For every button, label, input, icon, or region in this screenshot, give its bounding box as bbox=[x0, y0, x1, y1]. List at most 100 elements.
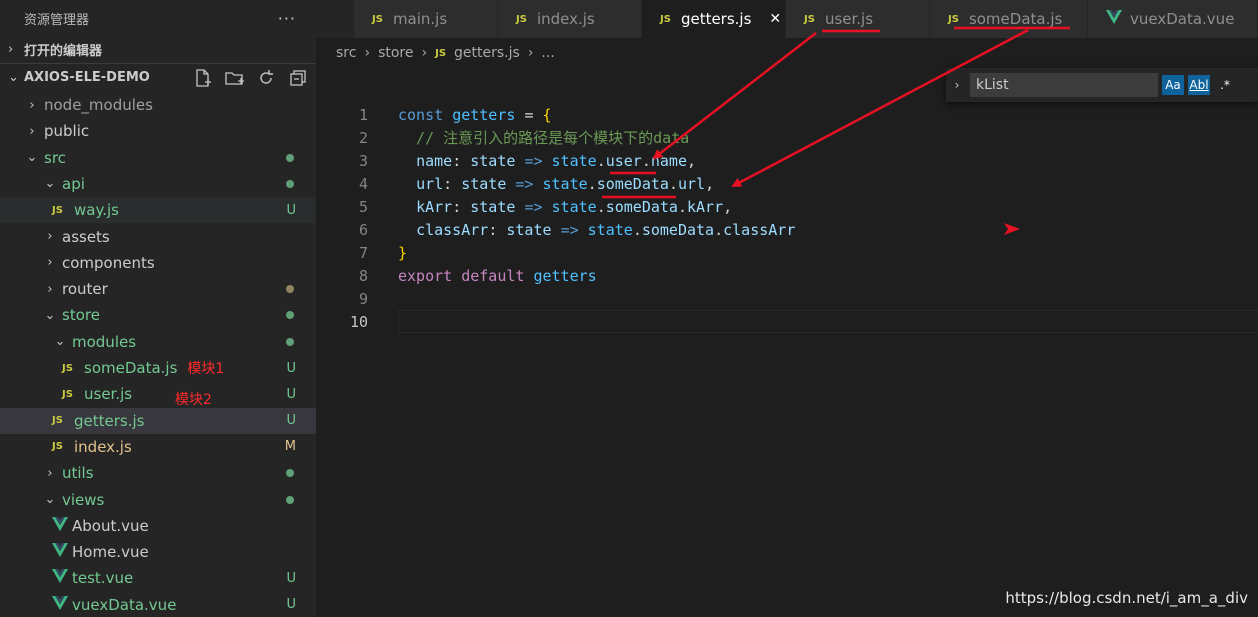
code-line-8[interactable]: export default getters bbox=[398, 265, 597, 288]
code-line-3[interactable]: name: state => state.user.name, bbox=[398, 150, 696, 173]
watermark: https://blog.csdn.net/i_am_a_div bbox=[1005, 589, 1248, 607]
tabs-spacer bbox=[316, 0, 354, 38]
js-file-icon: JS bbox=[62, 362, 73, 374]
tree-item[interactable]: › node_modules bbox=[0, 92, 316, 118]
git-status-badge: U bbox=[286, 386, 296, 402]
tree-item[interactable]: › router bbox=[0, 276, 316, 302]
more-actions-icon[interactable]: ··· bbox=[278, 9, 296, 28]
vue-file-icon bbox=[52, 516, 72, 535]
code-editor[interactable]: 1 2 3 4 5 6 7 8 9 10 const getters = { // 注意引入的路径… bbox=[316, 104, 1258, 617]
chevron-right-icon: › bbox=[47, 255, 53, 271]
breadcrumb-src[interactable]: src bbox=[336, 45, 356, 61]
tree-item-label: way.js bbox=[74, 201, 119, 220]
chevron-down-icon: ⌄ bbox=[26, 150, 38, 166]
editor-tab[interactable]: JS getters.js ✕ bbox=[642, 0, 786, 38]
chevron-right-icon: › bbox=[29, 97, 35, 113]
code-line-4[interactable]: url: state => state.someData.url, bbox=[398, 173, 714, 196]
vue-file-icon bbox=[52, 595, 72, 614]
tree-item[interactable]: › utils bbox=[0, 460, 316, 486]
chevron-right-icon: › bbox=[29, 123, 35, 139]
project-section[interactable]: ⌄ AXIOS-ELE-DEMO bbox=[0, 63, 316, 91]
tree-item-label: someData.js bbox=[84, 359, 178, 377]
tree-item[interactable]: › public bbox=[0, 118, 316, 144]
editor-tab[interactable]: JS someData.js bbox=[930, 0, 1088, 38]
tree-item[interactable]: JS user.js 模块2 U bbox=[0, 381, 316, 409]
breadcrumb-symbol[interactable]: ... bbox=[541, 45, 554, 61]
regex-toggle[interactable]: .* bbox=[1214, 75, 1236, 95]
chevron-right-icon: › bbox=[47, 465, 53, 481]
tree-item[interactable]: ⌄ api bbox=[0, 171, 316, 197]
editor-tab[interactable]: JS user.js bbox=[786, 0, 930, 38]
code-line-5[interactable]: kArr: state => state.someData.kArr, bbox=[398, 196, 732, 219]
tab-label: index.js bbox=[536, 10, 595, 28]
line-number: 5 bbox=[358, 198, 368, 216]
code-line-1[interactable]: const getters = { bbox=[398, 104, 552, 127]
git-status-dot bbox=[286, 469, 294, 478]
annotation-note: 模块1 bbox=[187, 361, 225, 377]
whole-word-toggle[interactable]: Abl bbox=[1188, 75, 1210, 95]
code-line-2[interactable]: // 注意引入的路径是每个模块下的data bbox=[398, 127, 689, 150]
editor-tab[interactable]: vuexData.vue bbox=[1088, 0, 1258, 38]
chevron-right-icon: › bbox=[8, 42, 14, 57]
tree-item[interactable]: ⌄ modules bbox=[0, 329, 316, 355]
editor-tab[interactable]: JS index.js bbox=[498, 0, 642, 38]
editor-tab[interactable]: JS main.js bbox=[354, 0, 498, 38]
git-status-dot bbox=[286, 153, 294, 162]
breadcrumb: src › store › JS getters.js › ... bbox=[336, 42, 555, 64]
tree-item[interactable]: JS getters.js U bbox=[0, 407, 316, 434]
tree-item[interactable]: vuexData.vue U bbox=[0, 592, 316, 617]
tree-item[interactable]: JS index.js M bbox=[0, 434, 316, 460]
new-file-icon[interactable] bbox=[192, 68, 212, 88]
tab-label: getters.js bbox=[680, 10, 752, 28]
line-number: 10 bbox=[349, 313, 368, 331]
find-widget: › Aa Abl .* bbox=[946, 68, 1258, 102]
git-status-badge: U bbox=[286, 360, 296, 376]
breadcrumb-store[interactable]: store bbox=[378, 45, 413, 61]
tree-item[interactable]: test.vue U bbox=[0, 565, 316, 591]
annotation-note: 模块2 bbox=[175, 392, 212, 409]
tree-item[interactable]: JS way.js U bbox=[0, 197, 316, 224]
git-status-badge: M bbox=[284, 439, 296, 455]
tree-item[interactable]: › components bbox=[0, 250, 316, 276]
git-status-dot bbox=[286, 495, 294, 504]
open-editors-label: 打开的编辑器 bbox=[24, 44, 103, 59]
tree-item[interactable]: ⌄ src bbox=[0, 145, 316, 171]
tree-item[interactable]: About.vue bbox=[0, 513, 316, 539]
refresh-icon[interactable] bbox=[256, 68, 276, 88]
tree-item[interactable]: › assets bbox=[0, 224, 316, 250]
tree-item-label: user.js bbox=[84, 385, 133, 404]
code-line-6[interactable]: classArr: state => state.someData.classA… bbox=[398, 219, 795, 242]
line-number: 2 bbox=[358, 129, 368, 147]
tab-label: main.js bbox=[392, 10, 448, 28]
js-file-icon: JS bbox=[660, 13, 671, 25]
tree-item-label: getters.js bbox=[74, 411, 145, 430]
collapse-all-icon[interactable] bbox=[288, 68, 308, 88]
js-file-icon: JS bbox=[52, 441, 63, 453]
git-status-dot bbox=[286, 285, 294, 294]
project-actions bbox=[192, 64, 308, 91]
code-line-7[interactable]: } bbox=[398, 242, 407, 265]
tree-item-label: Home.vue bbox=[72, 543, 149, 562]
match-case-toggle[interactable]: Aa bbox=[1162, 75, 1184, 95]
tree-item[interactable]: JS someData.js 模块1 U bbox=[0, 355, 316, 381]
tree-item[interactable]: ⌄ store bbox=[0, 302, 316, 328]
tree-item[interactable]: Home.vue bbox=[0, 539, 316, 565]
tree-item-label: utils bbox=[62, 464, 94, 483]
vue-file-icon bbox=[1106, 10, 1122, 28]
git-status-dot bbox=[286, 311, 294, 320]
explorer-header: 资源管理器 ··· bbox=[0, 0, 316, 36]
tab-label: someData.js bbox=[968, 10, 1063, 28]
breadcrumb-file[interactable]: getters.js bbox=[454, 45, 520, 61]
explorer-sidebar: 资源管理器 ··· › 打开的编辑器 ⌄ AXIOS-ELE-DEMO › nod… bbox=[0, 0, 316, 617]
git-status-dot bbox=[286, 337, 294, 346]
tree-item-label: assets bbox=[62, 227, 110, 246]
find-input[interactable] bbox=[970, 73, 1158, 97]
js-file-icon: JS bbox=[52, 204, 63, 216]
toggle-replace-icon[interactable]: › bbox=[946, 78, 968, 92]
open-editors-section[interactable]: › 打开的编辑器 bbox=[0, 36, 316, 63]
js-file-icon: JS bbox=[52, 415, 63, 427]
tree-item[interactable]: ⌄ views bbox=[0, 487, 316, 513]
line-number: 8 bbox=[358, 267, 368, 285]
new-folder-icon[interactable] bbox=[224, 68, 244, 88]
close-icon[interactable]: ✕ bbox=[769, 11, 781, 27]
